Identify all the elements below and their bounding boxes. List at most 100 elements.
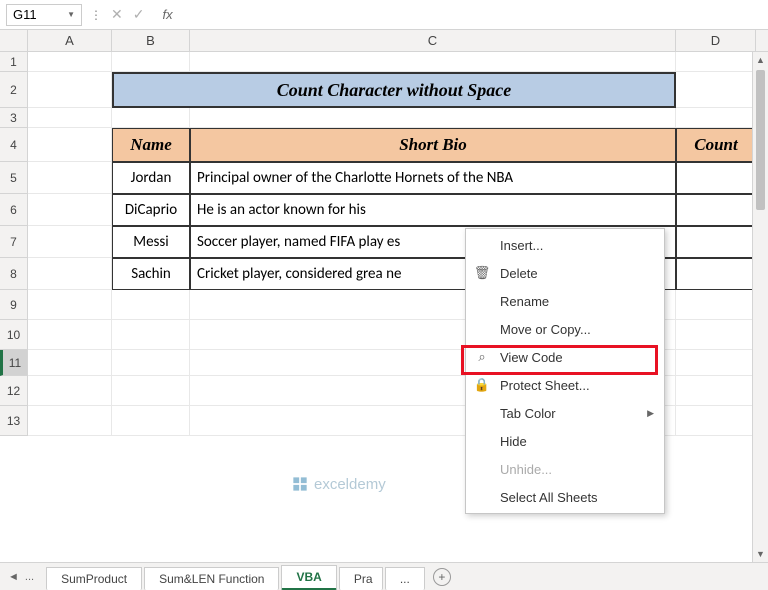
header-bio[interactable]: Short Bio [190,128,676,162]
menu-move-copy[interactable]: Move or Copy... [466,315,664,343]
cell[interactable] [112,52,190,72]
cell[interactable] [28,226,112,258]
select-all-cell[interactable] [0,30,28,51]
sheet-tab-context-menu: Insert... 🗑Delete Rename Move or Copy...… [465,228,665,514]
data-name[interactable]: Messi [112,226,190,258]
blank-icon [472,235,492,255]
cell[interactable] [28,320,112,350]
cell[interactable] [190,108,676,128]
cell[interactable] [112,350,190,376]
menu-insert[interactable]: Insert... [466,231,664,259]
tab-more[interactable]: ... [385,567,425,590]
data-count[interactable] [676,194,756,226]
fx-label[interactable]: fx [162,7,172,22]
name-box-dropdown-icon[interactable]: ▼ [67,10,75,19]
col-header-D[interactable]: D [676,30,756,51]
name-box[interactable]: G11 ▼ [6,4,82,26]
data-bio[interactable]: He is an actor known for his [190,194,676,226]
row-header[interactable]: 3 [0,108,28,128]
menu-label: View Code [500,350,563,365]
cell[interactable] [676,108,756,128]
tab-vba-active[interactable]: VBA [281,565,336,590]
cell[interactable] [112,108,190,128]
row-header-active[interactable]: 11 [0,350,28,376]
blank-icon [472,487,492,507]
cell[interactable] [676,320,756,350]
cell[interactable] [28,162,112,194]
cell[interactable] [28,258,112,290]
tab-sumproduct[interactable]: SumProduct [46,567,142,590]
column-headers: A B C D [0,30,768,52]
cell[interactable] [28,194,112,226]
cell[interactable] [28,406,112,436]
row-header[interactable]: 2 [0,72,28,108]
row-header[interactable]: 9 [0,290,28,320]
submenu-arrow-icon: ▶ [647,408,654,419]
cell[interactable] [112,320,190,350]
row-header[interactable]: 4 [0,128,28,162]
menu-label: Unhide... [500,462,552,477]
data-bio[interactable]: Principal owner of the Charlotte Hornets… [190,162,676,194]
cell[interactable] [28,52,112,72]
menu-rename[interactable]: Rename [466,287,664,315]
col-header-C[interactable]: C [190,30,676,51]
cell[interactable] [676,72,756,108]
menu-label: Insert... [500,238,543,253]
data-count[interactable] [676,226,756,258]
row-header[interactable]: 6 [0,194,28,226]
tab-nav-prev-icon[interactable]: ◄ [6,571,21,583]
data-name[interactable]: Sachin [112,258,190,290]
menu-delete[interactable]: 🗑Delete [466,259,664,287]
cell[interactable] [676,350,756,376]
vertical-scrollbar[interactable]: ▲ ▼ [752,52,768,562]
cell[interactable] [676,406,756,436]
add-sheet-button[interactable]: + [433,568,451,586]
menu-view-code[interactable]: ⌕View Code [466,343,664,371]
menu-select-all-sheets[interactable]: Select All Sheets [466,483,664,511]
cancel-icon: ✕ [111,6,123,23]
cell[interactable] [28,290,112,320]
blank-icon [472,291,492,311]
cell[interactable] [190,52,676,72]
cell[interactable] [676,52,756,72]
data-name[interactable]: Jordan [112,162,190,194]
scroll-up-icon[interactable]: ▲ [753,52,768,68]
title-cell[interactable]: Count Character without Space [112,72,676,108]
row-header[interactable]: 1 [0,52,28,72]
blank-icon [472,319,492,339]
row-header[interactable]: 12 [0,376,28,406]
tab-nav-more[interactable]: ... [23,571,36,583]
data-count[interactable] [676,258,756,290]
tab-sumlen[interactable]: Sum&LEN Function [144,567,279,590]
cell[interactable] [28,128,112,162]
menu-hide[interactable]: Hide [466,427,664,455]
data-name[interactable]: DiCaprio [112,194,190,226]
cell[interactable] [676,290,756,320]
scroll-thumb[interactable] [756,70,765,210]
enter-icon: ✓ [133,6,145,23]
cell[interactable] [28,376,112,406]
cell[interactable] [676,376,756,406]
row-header[interactable]: 13 [0,406,28,436]
cell[interactable] [112,406,190,436]
row-header[interactable]: 7 [0,226,28,258]
col-header-A[interactable]: A [28,30,112,51]
row-header[interactable]: 8 [0,258,28,290]
header-name[interactable]: Name [112,128,190,162]
col-header-B[interactable]: B [112,30,190,51]
blank-icon [472,459,492,479]
menu-protect-sheet[interactable]: 🔒Protect Sheet... [466,371,664,399]
header-count[interactable]: Count [676,128,756,162]
cell[interactable] [28,108,112,128]
cell[interactable] [112,376,190,406]
cell[interactable] [112,290,190,320]
cell[interactable] [28,72,112,108]
row-header[interactable]: 10 [0,320,28,350]
data-count[interactable] [676,162,756,194]
watermark-text: exceldemy [314,476,386,493]
tab-pra[interactable]: Pra [339,567,383,590]
cell[interactable] [28,350,112,376]
scroll-down-icon[interactable]: ▼ [753,546,768,562]
row-header[interactable]: 5 [0,162,28,194]
menu-tab-color[interactable]: Tab Color▶ [466,399,664,427]
